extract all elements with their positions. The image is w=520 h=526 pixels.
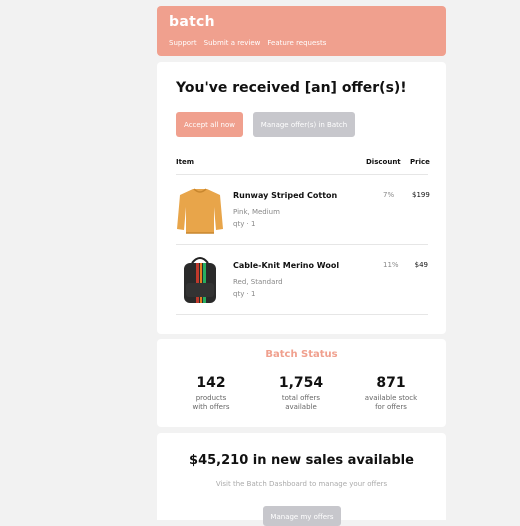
manage-my-offers-button[interactable]: Manage my offers — [263, 506, 341, 526]
nav-support-link[interactable]: Support — [169, 39, 197, 47]
table-row: Cable-Knit Merino Wool Red, Standard qty… — [176, 245, 428, 315]
product-qty: qty · 1 — [233, 220, 256, 228]
product-price: $49 — [414, 261, 428, 269]
divider — [176, 314, 428, 315]
offers-card: You've received [an] offer(s)! Accept al… — [157, 62, 446, 334]
header-bar: batch Support Submit a review Feature re… — [157, 6, 446, 56]
stat-total-offers: 1,754 total offers available — [256, 375, 346, 412]
new-sales-headline: $45,210 in new sales available — [189, 453, 414, 468]
email-page: batch Support Submit a review Feature re… — [0, 0, 520, 526]
nav-submit-review-link[interactable]: Submit a review — [204, 39, 261, 47]
column-header-item: Item — [176, 158, 194, 166]
product-qty: qty · 1 — [233, 290, 256, 298]
nav-feature-requests-link[interactable]: Feature requests — [267, 39, 326, 47]
offers-headline: You've received [an] offer(s)! — [176, 80, 407, 96]
accept-all-button[interactable]: Accept all now — [176, 112, 243, 137]
product-discount: 7% — [383, 191, 395, 199]
new-sales-card: $45,210 in new sales available Visit the… — [157, 433, 446, 526]
manage-offers-button[interactable]: Manage offer(s) in Batch — [253, 112, 355, 137]
batch-status-title: Batch Status — [265, 349, 338, 360]
stat-label: products with offers — [192, 394, 230, 411]
header-nav: Support Submit a review Feature requests — [169, 39, 326, 47]
product-name[interactable]: Runway Striped Cotton — [233, 191, 337, 200]
product-variant: Red, Standard — [233, 278, 283, 286]
stat-value: 871 — [376, 375, 406, 391]
column-header-discount: Discount — [366, 158, 401, 166]
stat-label: available stock for offers — [364, 394, 418, 411]
striped-backpack-icon — [184, 257, 216, 303]
product-name[interactable]: Cable-Knit Merino Wool — [233, 261, 339, 270]
batch-status-card: Batch Status 142 products with offers 1,7… — [157, 339, 446, 427]
stat-label: total offers available — [281, 394, 321, 411]
stat-value: 142 — [196, 375, 226, 391]
product-price: $199 — [412, 191, 430, 199]
batch-logo[interactable]: batch — [169, 14, 215, 30]
stat-value: 1,754 — [278, 375, 324, 391]
orange-sweater-icon — [177, 188, 223, 234]
table-row: Runway Striped Cotton Pink, Medium qty ·… — [176, 175, 430, 245]
dashboard-hint-text: Visit the Batch Dashboard to manage your… — [215, 480, 388, 488]
stat-available-stock: 871 available stock for offers — [346, 375, 436, 412]
stat-products-with-offers: 142 products with offers — [166, 375, 256, 412]
product-discount: 11% — [383, 261, 399, 269]
product-variant: Pink, Medium — [233, 208, 280, 216]
column-header-price: Price — [410, 158, 430, 166]
